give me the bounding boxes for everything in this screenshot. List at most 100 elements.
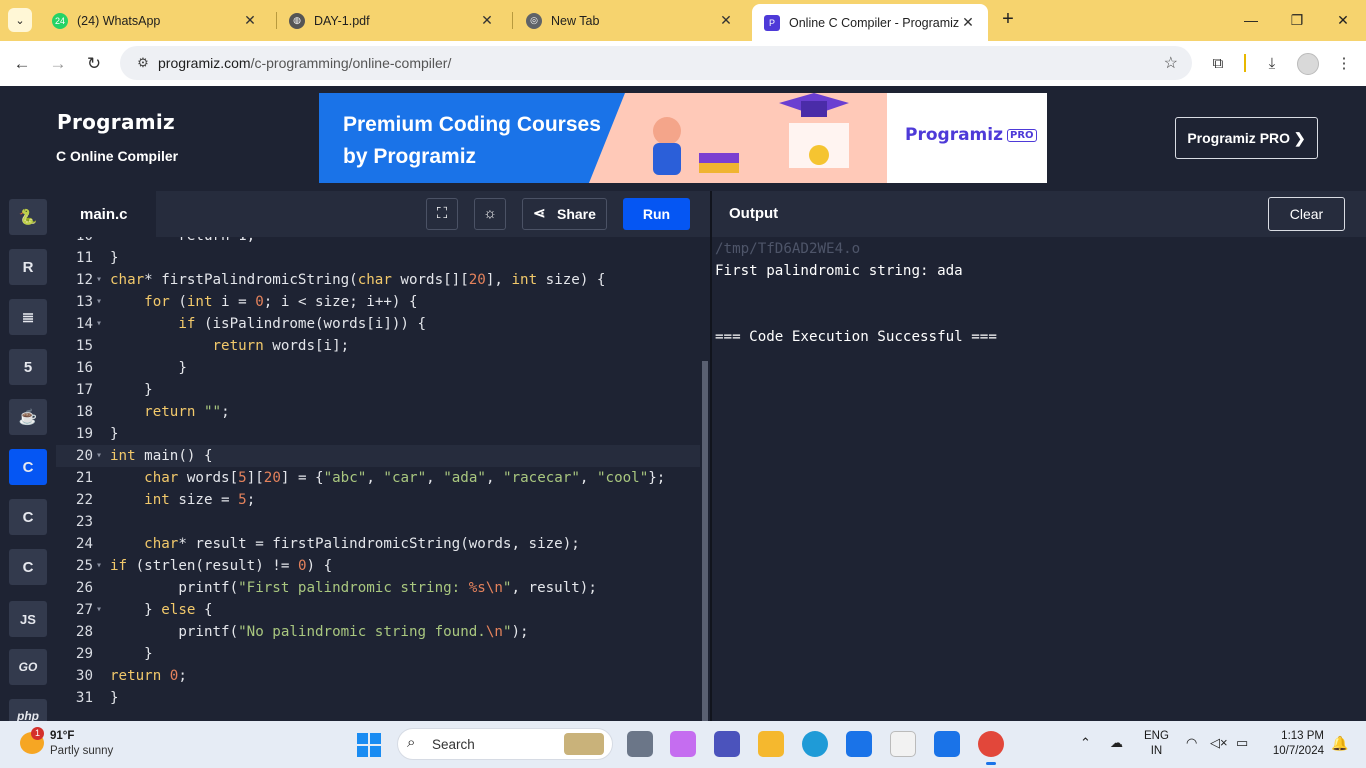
ad-banner[interactable]: Premium Coding Courses by Programiz Prog… <box>319 93 1047 183</box>
code-line[interactable]: 18 return ""; <box>56 401 700 423</box>
r-icon[interactable]: R <box>9 249 47 285</box>
code-line[interactable]: 21 char words[5][20] = {"abc", "car", "a… <box>56 467 700 489</box>
code-line[interactable]: 28 printf("No palindromic string found.\… <box>56 621 700 643</box>
code-line[interactable]: 29 } <box>56 643 700 665</box>
csharp-icon[interactable]: C <box>9 549 47 585</box>
share-button[interactable]: ⋖ Share <box>522 198 607 230</box>
fold-chevron-icon[interactable]: ▾ <box>96 291 106 313</box>
code-token: ], <box>485 272 512 288</box>
chrome-icon[interactable] <box>978 731 1004 765</box>
go-icon[interactable]: GO <box>9 649 47 685</box>
system-clock[interactable]: 1:13 PM 10/7/2024 <box>1266 729 1324 759</box>
code-line[interactable]: 30 return 0; <box>56 665 700 687</box>
code-line[interactable]: 17 } <box>56 379 700 401</box>
code-line[interactable]: 24 char* result = firstPalindromicString… <box>56 533 700 555</box>
mail-icon[interactable] <box>934 731 960 757</box>
code-line[interactable]: 27 ▾ } else { <box>56 599 700 621</box>
python-icon[interactable]: 🐍 <box>9 199 47 235</box>
programiz-logo[interactable]: Programiz <box>57 110 175 134</box>
code-line[interactable]: 22 int size = 5; <box>56 489 700 511</box>
code-line[interactable]: 16 } <box>56 357 700 379</box>
cpp-icon[interactable]: C <box>9 499 47 535</box>
tab-day1-pdf[interactable]: ◍ DAY-1.pdf ✕ <box>277 0 507 41</box>
code-line[interactable]: 10 return 1; <box>56 237 700 247</box>
fold-chevron-icon[interactable]: ▾ <box>96 599 106 621</box>
notepad-icon[interactable] <box>890 731 916 757</box>
edge-icon[interactable] <box>802 731 828 757</box>
file-explorer-icon[interactable] <box>758 731 784 757</box>
close-icon[interactable]: ✕ <box>960 14 976 31</box>
code-line[interactable]: 15 return words[i]; <box>56 335 700 357</box>
code-line[interactable]: 14 ▾ if (isPalindrome(words[i])) { <box>56 313 700 335</box>
new-tab-plus-icon[interactable]: + <box>996 8 1020 32</box>
weather-temperature[interactable]: 91°F <box>50 730 74 742</box>
code-token: 0 <box>255 294 264 310</box>
show-hidden-icons-chevron-icon[interactable]: ⌃ <box>1080 735 1091 751</box>
extensions-puzzle-icon[interactable]: ⧉ <box>1206 52 1230 76</box>
code-line[interactable]: 23 <box>56 511 700 533</box>
restore-icon[interactable]: ❐ <box>1282 8 1312 32</box>
address-bar[interactable]: ⚙ programiz.com/c-programming/online-com… <box>120 46 1192 80</box>
fold-chevron-icon[interactable]: ▾ <box>96 555 106 577</box>
more-menu-icon[interactable]: ⋮ <box>1332 52 1356 76</box>
store-icon[interactable] <box>846 731 872 757</box>
fold-chevron-icon[interactable]: ▾ <box>96 269 106 291</box>
speaker-muted-icon[interactable]: ◁× <box>1210 735 1228 751</box>
fold-chevron-icon[interactable]: ▾ <box>96 313 106 335</box>
notification-bell-icon[interactable]: 🔔 <box>1331 735 1348 752</box>
java-icon[interactable]: ☕ <box>9 399 47 435</box>
close-icon[interactable]: ✕ <box>479 12 495 29</box>
code-editor[interactable]: 10 return 1;11}12▾char* firstPalindromic… <box>56 237 700 721</box>
forward-arrow-icon[interactable]: → <box>45 51 71 77</box>
html-icon[interactable]: 5 <box>9 349 47 385</box>
sql-icon[interactable]: ≣ <box>9 299 47 335</box>
reload-icon[interactable]: ↻ <box>81 51 107 77</box>
fold-chevron-icon[interactable]: ▾ <box>96 445 106 467</box>
javascript-icon[interactable]: JS <box>9 601 47 637</box>
onedrive-icon[interactable]: ☁ <box>1110 735 1123 751</box>
copilot-icon[interactable] <box>670 731 696 757</box>
tab-new-tab[interactable]: ◎ New Tab ✕ <box>514 0 746 41</box>
search-highlight-image <box>564 733 604 755</box>
code-line[interactable]: 12 ▾ char* firstPalindromicString(char wor… <box>56 269 700 291</box>
input-language-indicator[interactable]: ENG IN <box>1144 729 1169 759</box>
scrollbar-thumb[interactable] <box>702 361 708 721</box>
battery-icon[interactable]: ▭ <box>1236 735 1248 751</box>
minimize-icon[interactable]: — <box>1236 8 1266 32</box>
run-button[interactable]: Run <box>623 198 690 230</box>
theme-sun-icon[interactable]: ☼ <box>474 198 506 230</box>
back-arrow-icon[interactable]: ← <box>9 51 35 77</box>
bookmark-star-icon[interactable]: ☆ <box>1164 53 1178 73</box>
weather-description[interactable]: Partly sunny <box>50 745 113 757</box>
code-line[interactable]: 13 ▾ for (int i = 0; i < size; i++) { <box>56 291 700 313</box>
tab-programiz[interactable]: P Online C Compiler - Programiz ✕ <box>752 4 988 41</box>
line-number: 30 <box>75 668 93 684</box>
code-line[interactable]: 11} <box>56 247 700 269</box>
download-icon[interactable]: ⤓ <box>1260 52 1284 76</box>
clear-button[interactable]: Clear <box>1268 197 1345 231</box>
task-view-icon[interactable] <box>627 731 653 757</box>
fullscreen-icon[interactable]: ⛶ <box>426 198 458 230</box>
c-icon[interactable]: C <box>9 449 47 485</box>
site-info-icon[interactable]: ⚙ <box>130 55 156 71</box>
code-line[interactable]: 26 printf("First palindromic string: %s\… <box>56 577 700 599</box>
close-icon[interactable]: ✕ <box>718 12 734 29</box>
code-line[interactable]: 25 ▾ if (strlen(result) != 0) { <box>56 555 700 577</box>
code-line[interactable]: 31} <box>56 687 700 709</box>
teams-icon[interactable] <box>714 731 740 757</box>
php-icon[interactable]: php <box>9 699 47 721</box>
close-icon[interactable]: ✕ <box>242 12 258 29</box>
close-window-icon[interactable]: ✕ <box>1328 8 1358 32</box>
programiz-pro-button[interactable]: Programiz PRO ❯ <box>1175 117 1318 159</box>
tab-search-chevron-icon[interactable]: ⌄ <box>8 8 32 32</box>
profile-avatar[interactable] <box>1297 53 1319 75</box>
code-line[interactable]: 20 ▾ int main() { <box>56 445 700 467</box>
tab-whatsapp[interactable]: 24 (24) WhatsApp ✕ <box>40 0 270 41</box>
editor-scrollbar[interactable] <box>700 237 710 721</box>
file-tab-main-c[interactable]: main.c <box>56 191 156 237</box>
taskbar-search[interactable]: ⌕ Search <box>397 728 613 760</box>
windows-start-icon[interactable] <box>357 733 381 757</box>
wifi-icon[interactable]: ◠ <box>1186 735 1197 751</box>
code-line[interactable]: 19} <box>56 423 700 445</box>
